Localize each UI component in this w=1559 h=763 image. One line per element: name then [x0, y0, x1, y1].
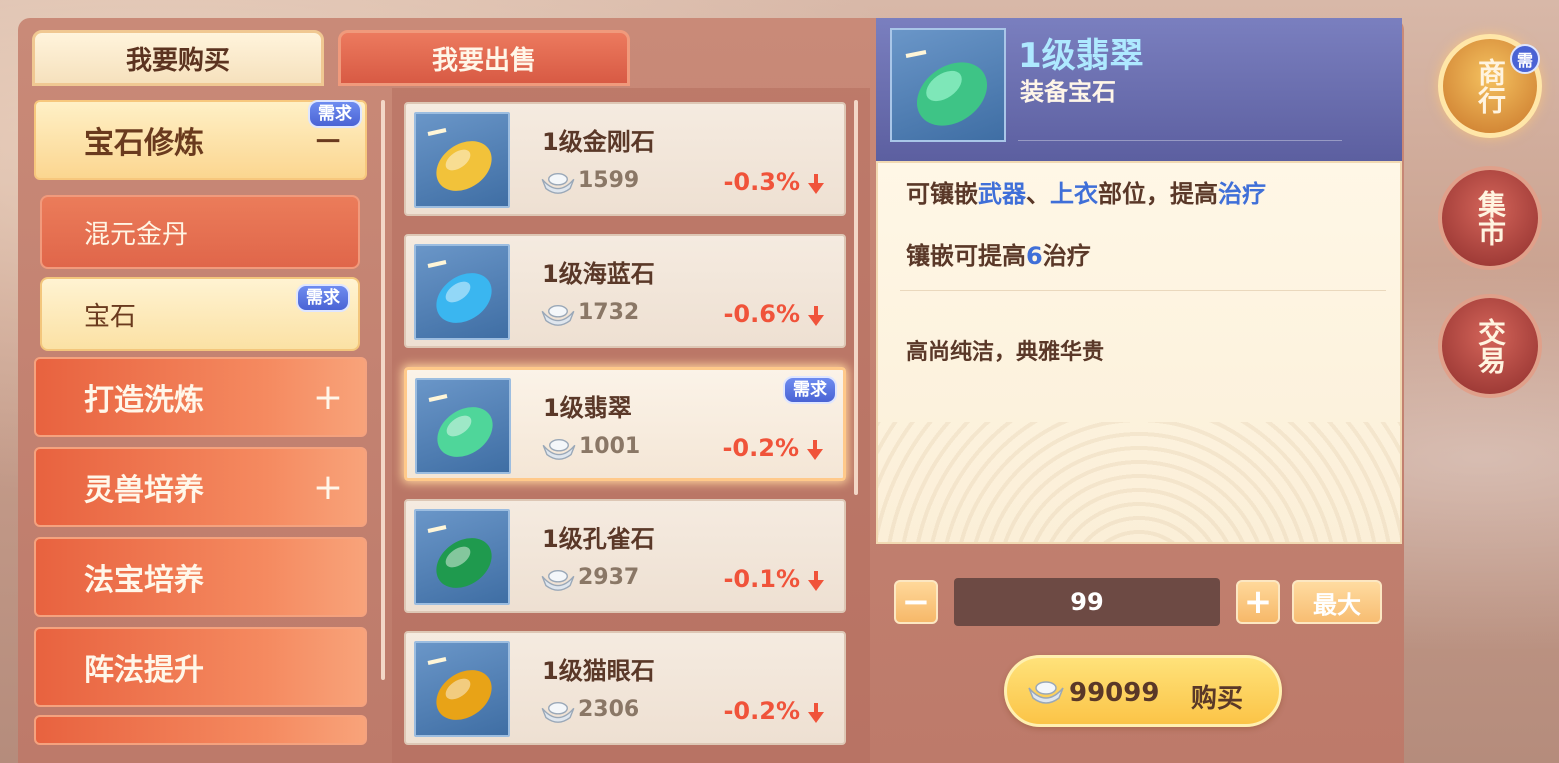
tab-sell[interactable]: 我要出售 [338, 30, 630, 86]
shop-demand-badge: 需 [1510, 44, 1540, 74]
max-quantity-button[interactable]: 最大 [1292, 580, 1382, 624]
item-name: 1级海蓝石 [542, 260, 655, 288]
silver-ingot-icon [1028, 681, 1064, 704]
item-name: 1级孔雀石 [542, 525, 655, 553]
item-row[interactable]: 1级金刚石 1599 -0.3% [404, 102, 846, 216]
buy-label: 购买 [1191, 684, 1244, 714]
divider [900, 290, 1386, 291]
item-row[interactable]: 1级翡翠 1001 -0.2% 需求 [404, 367, 846, 481]
trade-button[interactable]: 交易 [1438, 294, 1542, 398]
text: 部位，提高 [1098, 180, 1218, 208]
down-arrow-icon [808, 571, 824, 595]
text: 、 [1026, 180, 1050, 208]
category-scrollbar[interactable] [381, 100, 385, 680]
gem-icon [414, 509, 510, 605]
jade-icon [905, 50, 988, 126]
category-treasure-cultivation[interactable]: 法宝培养 [34, 537, 367, 617]
increase-quantity-button[interactable]: + [1236, 580, 1280, 624]
down-arrow-icon [807, 440, 823, 464]
gem-icon [415, 378, 511, 474]
divider [1018, 140, 1342, 141]
silver-ingot-icon [540, 170, 576, 200]
item-price: 2937 [578, 565, 640, 590]
item-row[interactable]: 1级孔雀石 2937 -0.1% [404, 499, 846, 613]
slot-armor: 上衣 [1050, 180, 1098, 208]
silver-ingot-icon [540, 699, 576, 729]
price-change: -0.1% [723, 565, 800, 593]
silver-ingot-icon [541, 436, 577, 466]
price-change: -0.3% [723, 168, 800, 196]
item-name: 1级猫眼石 [542, 657, 655, 685]
detail-effect-line: 可镶嵌武器、上衣部位，提高治疗 [906, 174, 1266, 209]
gem-icon [414, 244, 510, 340]
item-name: 1级金刚石 [542, 128, 655, 156]
category-pet-cultivation[interactable]: 灵兽培养 + [34, 447, 367, 527]
detail-subtitle: 装备宝石 [1020, 78, 1116, 106]
down-arrow-icon [808, 306, 824, 330]
detail-item-icon [890, 28, 1006, 142]
detail-flavor-text: 高尚纯洁，典雅华贵 [906, 340, 1105, 365]
gem-icon [414, 641, 510, 737]
text: 可镶嵌 [906, 180, 978, 208]
decrease-quantity-button[interactable]: − [894, 580, 938, 624]
item-price: 1001 [579, 434, 641, 459]
silver-ingot-icon [540, 302, 576, 332]
category-label: 阵法提升 [84, 653, 204, 688]
stat-heal: 治疗 [1218, 180, 1266, 208]
detail-title: 1级翡翠 [1018, 36, 1144, 76]
market-button[interactable]: 集市 [1438, 166, 1542, 270]
text: 治疗 [1042, 242, 1091, 270]
subcategory-hunyuan-golden-pill[interactable]: 混元金丹 [40, 195, 360, 269]
category-partial[interactable] [34, 715, 367, 745]
total-cost: 99099 [1069, 678, 1160, 708]
demand-badge: 需求 [783, 376, 837, 404]
text: 镶嵌可提高 [906, 242, 1026, 270]
price-change: -0.2% [722, 434, 799, 462]
expand-icon: + [312, 466, 343, 508]
detail-bonus-line: 镶嵌可提高6治疗 [906, 236, 1091, 271]
item-scrollbar[interactable] [854, 100, 858, 495]
category-formation-upgrade[interactable]: 阵法提升 [34, 627, 367, 707]
category-label: 法宝培养 [84, 563, 204, 598]
subcategory-label: 宝石 [84, 301, 137, 332]
category-label: 宝石修炼 [84, 126, 204, 161]
quantity-input[interactable]: 99 [954, 578, 1220, 626]
expand-icon: + [312, 376, 343, 418]
category-label: 打造洗炼 [84, 383, 204, 418]
silver-ingot-icon [540, 567, 576, 597]
demand-badge: 需求 [296, 284, 350, 312]
price-change: -0.6% [723, 300, 800, 328]
subcategory-label: 混元金丹 [84, 219, 189, 250]
tab-buy[interactable]: 我要购买 [32, 30, 324, 86]
item-row[interactable]: 1级海蓝石 1732 -0.6% [404, 234, 846, 348]
wave-pattern [878, 422, 1400, 542]
down-arrow-icon [808, 703, 824, 727]
demand-badge: 需求 [308, 100, 362, 128]
item-price: 1732 [578, 300, 640, 325]
bonus-value: 6 [1026, 242, 1043, 270]
slot-weapon: 武器 [978, 180, 1026, 208]
buy-button[interactable]: 99099 购买 [1004, 655, 1282, 727]
item-price: 1599 [578, 168, 640, 193]
category-forge-refine[interactable]: 打造洗炼 + [34, 357, 367, 437]
category-label: 灵兽培养 [84, 473, 204, 508]
gem-icon [414, 112, 510, 208]
price-change: -0.2% [723, 697, 800, 725]
item-price: 2306 [578, 697, 640, 722]
down-arrow-icon [808, 174, 824, 198]
item-name: 1级翡翠 [543, 394, 632, 422]
item-row[interactable]: 1级猫眼石 2306 -0.2% [404, 631, 846, 745]
